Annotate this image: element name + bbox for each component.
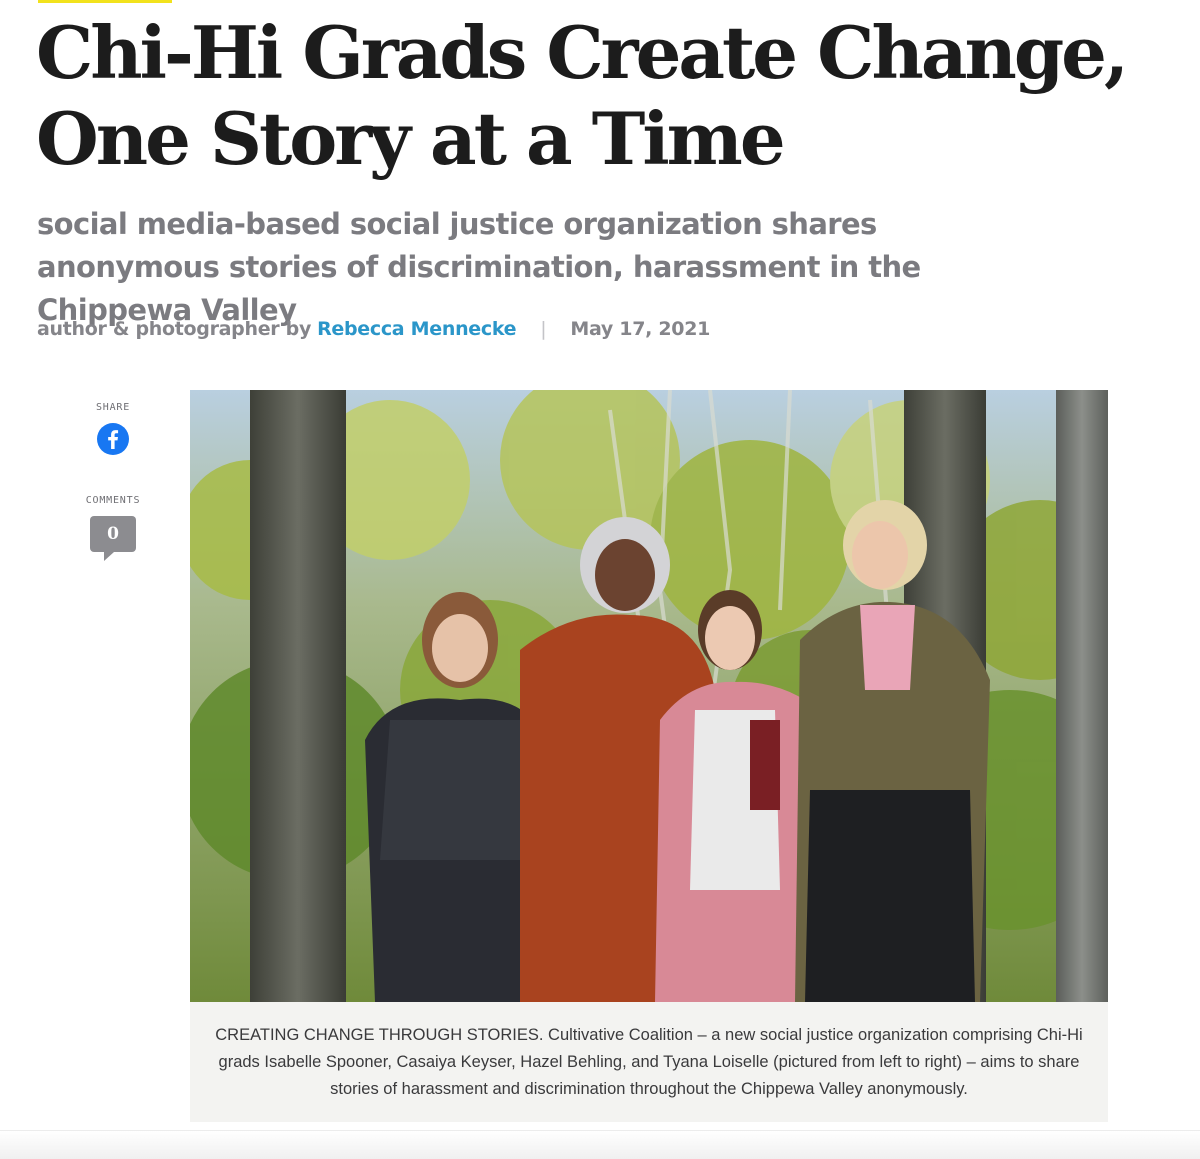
speech-bubble-icon bbox=[104, 552, 114, 561]
photo-caption: CREATING CHANGE THROUGH STORIES. Cultiva… bbox=[190, 1002, 1108, 1122]
comments-label: COMMENTS bbox=[85, 495, 141, 506]
author-link[interactable]: Rebecca Mennecke bbox=[317, 318, 516, 340]
share-label: SHARE bbox=[95, 402, 131, 413]
comments-count-button[interactable]: 0 bbox=[90, 516, 136, 561]
article-photo bbox=[190, 390, 1108, 1002]
share-rail: SHARE COMMENTS 0 bbox=[78, 402, 148, 561]
publish-date: May 17, 2021 bbox=[570, 318, 711, 340]
comments-count: 0 bbox=[90, 516, 136, 552]
article-headline: Chi-Hi Grads Create Change, One Story at… bbox=[36, 10, 1129, 181]
article-subheadline: social media-based social justice organi… bbox=[37, 207, 921, 327]
byline-prefix: author & photographer by bbox=[37, 318, 312, 340]
accent-bar bbox=[38, 0, 172, 3]
facebook-icon[interactable] bbox=[97, 423, 129, 455]
byline-separator: | bbox=[540, 318, 547, 340]
byline: author & photographer by Rebecca Menneck… bbox=[37, 314, 710, 344]
page-footer-edge bbox=[0, 1130, 1200, 1159]
